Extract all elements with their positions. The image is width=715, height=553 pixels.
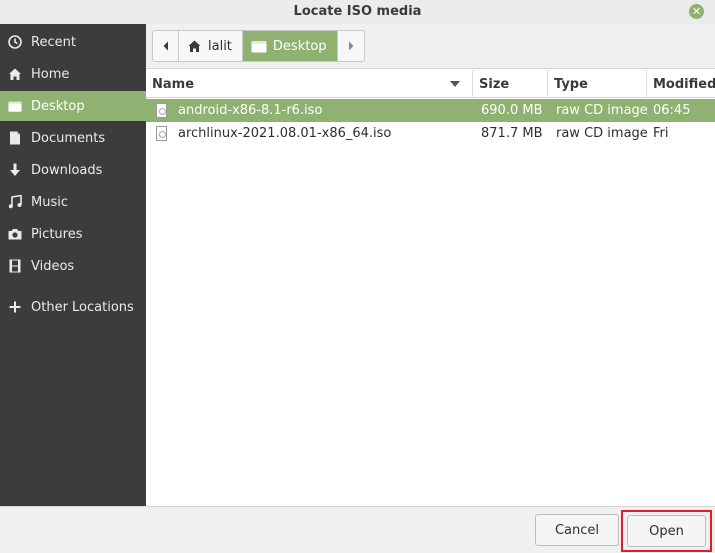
- sidebar-item-label: Desktop: [31, 98, 85, 114]
- file-type: raw CD image: [556, 126, 648, 141]
- column-modified[interactable]: Modified: [647, 70, 715, 98]
- title-bar: Locate ISO media ✕: [0, 0, 715, 24]
- column-header: Name Size Type Modified: [146, 70, 715, 98]
- window-title: Locate ISO media: [293, 4, 422, 19]
- plus-icon: [8, 300, 22, 314]
- places-sidebar: Recent Home Desktop Documents Downloads …: [0, 24, 146, 506]
- path-bar: lalit Desktop: [146, 24, 715, 69]
- file-modified: Fri: [653, 126, 669, 141]
- home-icon: [8, 67, 22, 81]
- breadcrumb: lalit Desktop: [152, 30, 365, 62]
- cancel-button[interactable]: Cancel: [535, 514, 619, 546]
- sidebar-item-label: Documents: [31, 130, 106, 146]
- breadcrumb-label: Desktop: [272, 38, 327, 54]
- breadcrumb-label: lalit: [208, 38, 232, 54]
- sidebar-item-videos[interactable]: Videos: [0, 251, 146, 281]
- file-name-cell: archlinux-2021.08.01-x86_64.iso: [156, 122, 391, 145]
- music-icon: [8, 195, 22, 209]
- column-label: Size: [479, 76, 510, 92]
- file-name: android-x86-8.1-r6.iso: [178, 103, 323, 118]
- breadcrumb-home[interactable]: lalit: [179, 31, 243, 61]
- column-size[interactable]: Size: [473, 70, 548, 98]
- sidebar-item-other-locations[interactable]: Other Locations: [0, 292, 146, 322]
- sidebar-item-downloads[interactable]: Downloads: [0, 155, 146, 185]
- sidebar-item-label: Downloads: [31, 162, 103, 178]
- file-size: 690.0 MB: [481, 103, 543, 118]
- document-icon: [8, 131, 22, 145]
- disc-image-file-icon: [156, 103, 167, 118]
- home-icon: [187, 39, 202, 53]
- clock-icon: [8, 35, 22, 49]
- forward-button[interactable]: [338, 31, 364, 61]
- sidebar-item-label: Pictures: [31, 226, 83, 242]
- column-label: Name: [152, 76, 195, 92]
- back-button[interactable]: [153, 31, 179, 61]
- sidebar-item-recent[interactable]: Recent: [0, 27, 146, 57]
- file-row[interactable]: archlinux-2021.08.01-x86_64.iso 871.7 MB…: [146, 122, 715, 145]
- file-row[interactable]: android-x86-8.1-r6.iso 690.0 MB raw CD i…: [146, 99, 715, 122]
- camera-icon: [8, 227, 22, 241]
- column-label: Type: [554, 76, 588, 92]
- sidebar-item-home[interactable]: Home: [0, 59, 146, 89]
- file-name: archlinux-2021.08.01-x86_64.iso: [178, 126, 392, 141]
- folder-icon: [8, 99, 22, 113]
- file-modified: 06:45: [653, 103, 691, 118]
- sort-down-icon: [450, 81, 460, 87]
- close-icon[interactable]: ✕: [689, 4, 704, 19]
- folder-icon: [251, 40, 267, 53]
- chevron-left-icon: [163, 41, 168, 51]
- open-button-highlight: Open: [621, 510, 712, 552]
- file-size: 871.7 MB: [481, 126, 543, 141]
- sidebar-item-label: Music: [31, 194, 68, 210]
- sidebar-item-documents[interactable]: Documents: [0, 123, 146, 153]
- chevron-right-icon: [348, 41, 354, 51]
- sidebar-item-label: Videos: [31, 258, 75, 274]
- film-icon: [8, 259, 22, 273]
- sidebar-item-label: Other Locations: [31, 299, 134, 315]
- dialog-footer: Cancel Open: [0, 506, 715, 553]
- sidebar-item-music[interactable]: Music: [0, 187, 146, 217]
- sidebar-item-desktop[interactable]: Desktop: [0, 91, 146, 121]
- sidebar-item-label: Home: [31, 66, 70, 82]
- breadcrumb-desktop[interactable]: Desktop: [242, 31, 338, 61]
- file-type: raw CD image: [556, 103, 648, 118]
- column-label: Modified: [653, 76, 715, 92]
- column-type[interactable]: Type: [548, 70, 647, 98]
- sidebar-item-label: Recent: [31, 34, 76, 50]
- open-button[interactable]: Open: [627, 515, 706, 547]
- disc-image-file-icon: [156, 126, 167, 141]
- sidebar-item-pictures[interactable]: Pictures: [0, 219, 146, 249]
- column-name[interactable]: Name: [146, 70, 473, 98]
- file-name-cell: android-x86-8.1-r6.iso: [156, 99, 322, 122]
- file-browser: lalit Desktop Name Size Type Modified an…: [146, 24, 715, 506]
- download-icon: [8, 163, 22, 177]
